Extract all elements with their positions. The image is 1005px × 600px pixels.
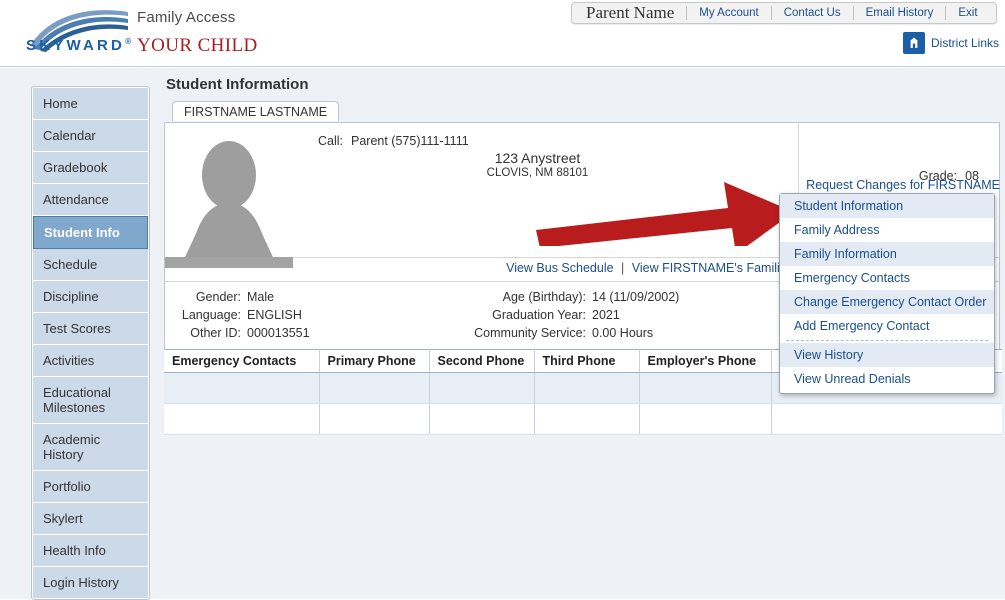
sidebar-item-gradebook[interactable]: Gradebook	[33, 152, 148, 184]
col-second-phone[interactable]: Second Phone	[429, 349, 535, 373]
age-label: Age (Birthday):	[502, 290, 586, 304]
request-changes-link[interactable]: Request Changes for FIRSTNAME	[806, 178, 1000, 192]
age-value: 14 (11/09/2002)	[592, 290, 680, 304]
language-label: Language:	[181, 308, 241, 322]
col-employers-phone[interactable]: Employer's Phone	[639, 349, 772, 373]
person-silhouette-icon	[185, 141, 273, 257]
graduation-year-label: Graduation Year:	[492, 308, 586, 322]
menu-item-change-emergency-contact-order[interactable]: Change Emergency Contact Order	[780, 290, 994, 314]
district-links-label: District Links	[930, 36, 999, 50]
menu-separator	[786, 340, 988, 341]
cell-third-phone	[534, 372, 640, 404]
nav-my-account[interactable]: My Account	[686, 6, 770, 20]
menu-item-view-history[interactable]: View History	[780, 343, 994, 367]
skyward-wordmark-text: SKYWARD	[26, 37, 126, 54]
parent-name: Parent Name	[586, 3, 675, 22]
sidebar-item-test-scores[interactable]: Test Scores	[33, 313, 148, 345]
sidebar-navigation: Home Calendar Gradebook Attendance Stude…	[31, 86, 150, 600]
cell-employers-phone	[639, 403, 772, 435]
sidebar-item-login-history[interactable]: Login History	[33, 567, 148, 598]
other-id-label: Other ID:	[190, 326, 241, 340]
cell-employers-phone	[639, 372, 772, 404]
menu-item-student-information[interactable]: Student Information	[780, 194, 994, 218]
page-body: Home Calendar Gradebook Attendance Stude…	[0, 68, 1005, 600]
child-name: YOUR CHILD	[137, 35, 258, 56]
menu-item-view-unread-denials[interactable]: View Unread Denials	[780, 367, 994, 391]
cell-third-phone	[534, 403, 640, 435]
cell-home-email	[771, 403, 1002, 435]
graduation-year-value: 2021	[592, 308, 620, 322]
sidebar-item-educational-milestones[interactable]: Educational Milestones	[33, 377, 148, 424]
menu-item-emergency-contacts[interactable]: Emergency Contacts	[780, 266, 994, 290]
address-line-1: 123 Anystreet	[494, 150, 581, 166]
call-value: Parent (575)111-1111	[351, 134, 469, 148]
cell-emergency-contacts	[164, 372, 320, 404]
request-changes-dropdown-menu: Student Information Family Address Famil…	[779, 193, 995, 394]
col-third-phone[interactable]: Third Phone	[534, 349, 640, 373]
address-line-2: CLOVIS, NM 88101	[486, 167, 589, 179]
community-service-value: 0.00 Hours	[592, 326, 654, 340]
table-row[interactable]	[164, 403, 1002, 435]
menu-item-family-address[interactable]: Family Address	[780, 218, 994, 242]
nav-exit[interactable]: Exit	[945, 6, 989, 20]
sidebar-item-skylert[interactable]: Skylert	[33, 503, 148, 535]
menu-item-family-information[interactable]: Family Information	[780, 242, 994, 266]
col-emergency-contacts[interactable]: Emergency Contacts	[164, 349, 320, 373]
call-line: Call: Parent (575)111-1111	[293, 134, 798, 148]
photo-bottom-strip	[165, 257, 293, 268]
page-title: Student Information	[166, 76, 309, 93]
sidebar-item-portfolio[interactable]: Portfolio	[33, 471, 148, 503]
cell-second-phone	[429, 372, 535, 404]
page-header: SKYWARD® Family Access YOUR CHILD Parent…	[0, 0, 1005, 67]
nav-contact-us[interactable]: Contact Us	[770, 6, 853, 20]
cell-emergency-contacts	[164, 403, 320, 435]
gender-value: Male	[247, 290, 275, 304]
cell-primary-phone	[319, 403, 430, 435]
district-links-button[interactable]: District Links	[902, 32, 999, 54]
community-service-label: Community Service:	[474, 326, 586, 340]
contact-info-cell: Call: Parent (575)111-1111 123 Anystreet…	[293, 123, 799, 257]
link-separator: |	[621, 261, 625, 275]
cell-second-phone	[429, 403, 535, 435]
skyward-logo: SKYWARD®	[24, 6, 136, 56]
other-id-value: 000013551	[247, 326, 310, 340]
student-links: View Bus Schedule | View FIRSTNAME's Fam…	[506, 261, 793, 275]
nav-email-history[interactable]: Email History	[852, 6, 946, 20]
app-title: Family Access	[137, 9, 236, 26]
tab-student-name[interactable]: FIRSTNAME LASTNAME	[172, 101, 340, 121]
student-photo-cell	[165, 123, 293, 257]
sidebar-item-discipline[interactable]: Discipline	[33, 281, 148, 313]
view-families-link[interactable]: View FIRSTNAME's Families	[632, 261, 793, 275]
sidebar-item-student-info[interactable]: Student Info	[33, 216, 148, 249]
gender-label: Gender:	[195, 290, 241, 304]
call-label: Call:	[317, 134, 343, 148]
sidebar-item-schedule[interactable]: Schedule	[33, 249, 148, 281]
sidebar-item-activities[interactable]: Activities	[33, 345, 148, 377]
tab-strip: FIRSTNAME LASTNAME	[164, 101, 1000, 122]
school-building-icon	[902, 32, 925, 54]
col-primary-phone[interactable]: Primary Phone	[319, 349, 430, 373]
language-value: ENGLISH	[247, 308, 302, 322]
menu-item-add-emergency-contact[interactable]: Add Emergency Contact	[780, 314, 994, 338]
view-bus-schedule-link[interactable]: View Bus Schedule	[506, 261, 613, 275]
sidebar-item-academic-history[interactable]: Academic History	[33, 424, 148, 471]
cell-primary-phone	[319, 372, 430, 404]
sidebar-item-health-info[interactable]: Health Info	[33, 535, 148, 567]
registered-mark: ®	[125, 37, 135, 46]
sidebar-item-home[interactable]: Home	[33, 88, 148, 120]
skyward-wordmark: SKYWARD®	[26, 37, 134, 54]
sidebar-item-calendar[interactable]: Calendar	[33, 120, 148, 152]
top-navigation-bar: Parent Name My Account Contact Us Email …	[571, 2, 997, 24]
sidebar-item-attendance[interactable]: Attendance	[33, 184, 148, 216]
